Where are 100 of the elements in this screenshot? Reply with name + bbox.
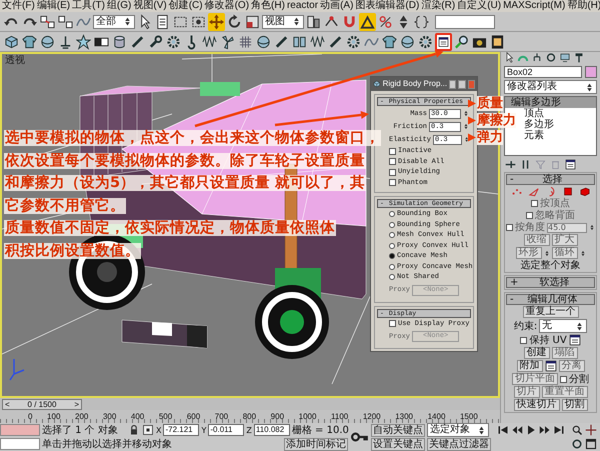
panel-button[interactable]: 切割 [562, 399, 588, 411]
menu-item[interactable]: 修改器(O) [204, 0, 250, 12]
checkbox[interactable] [389, 158, 396, 166]
viewport-label[interactable]: 透视 [5, 55, 25, 66]
panel-button[interactable]: 重复上一个 [522, 306, 578, 318]
caret-icon[interactable] [476, 426, 486, 434]
film-icon[interactable] [489, 32, 506, 50]
stack-item[interactable]: 顶点 [524, 108, 596, 119]
stack-item[interactable]: 元素 [524, 130, 596, 141]
radio-button[interactable] [389, 222, 395, 228]
dropdown[interactable]: 视图 [262, 14, 304, 28]
angle-icon[interactable] [359, 12, 376, 30]
caret-icon[interactable] [585, 82, 594, 92]
menu-item[interactable]: 动画(A) [320, 0, 354, 12]
axis-label: X [156, 424, 162, 436]
ruler-label: 0 [28, 411, 32, 423]
set-key-button[interactable]: 设置关键点 [370, 438, 425, 450]
zoom-icon[interactable] [570, 424, 583, 436]
pin-icon[interactable] [505, 159, 516, 170]
panel-button[interactable]: 附加 [516, 360, 542, 372]
stack-item[interactable]: 编辑多边形 [505, 97, 596, 108]
panel-button[interactable]: 快速切片 [514, 399, 560, 411]
window-icon[interactable] [568, 334, 581, 346]
radio-button[interactable] [389, 232, 395, 238]
checkbox[interactable] [520, 336, 528, 344]
coordinate-field[interactable]: -0.011 [208, 424, 244, 436]
hammer-icon[interactable] [573, 52, 585, 63]
maximize-button[interactable] [458, 80, 466, 88]
radio-button[interactable] [389, 242, 395, 249]
auto-key-button[interactable]: 自动关键点 [370, 424, 425, 436]
panel-button[interactable]: 创建 [524, 347, 550, 359]
menu-item[interactable]: 角色(H) [251, 0, 285, 12]
wrench-icon[interactable] [147, 32, 164, 50]
caret-icon[interactable] [575, 322, 584, 330]
checkbox[interactable] [560, 376, 567, 382]
lock-icon[interactable] [128, 424, 140, 436]
menu-item[interactable]: reactor [286, 0, 318, 12]
radio-button[interactable] [389, 253, 395, 260]
rollout-header[interactable]: + 软选择 [506, 277, 595, 288]
rollout-header[interactable]: - 选择 [506, 174, 595, 185]
window-icon[interactable] [544, 360, 556, 372]
spinner-icon[interactable] [589, 223, 595, 232]
checkbox[interactable] [389, 320, 396, 328]
script-input-field[interactable] [0, 424, 40, 436]
radio-button[interactable] [389, 274, 395, 280]
menu-item[interactable]: 编辑(E) [36, 0, 70, 12]
window-icon[interactable] [435, 32, 452, 50]
tree-icon[interactable] [531, 52, 543, 63]
window-icon[interactable] [565, 159, 576, 170]
spinner-icon[interactable] [463, 122, 469, 131]
checkbox[interactable] [389, 168, 396, 176]
circle-icon[interactable] [545, 52, 557, 63]
go-to-end-icon[interactable] [552, 424, 565, 436]
pan-icon[interactable] [584, 424, 597, 436]
previous-frame-button[interactable]: < [3, 400, 12, 408]
checkbox[interactable] [389, 148, 396, 155]
caret-icon[interactable] [292, 17, 301, 26]
menu-item[interactable]: 组(G) [106, 0, 132, 12]
selection-set-field[interactable] [435, 14, 495, 28]
menu-item[interactable]: 视图(V) [133, 0, 167, 12]
maximize-icon[interactable] [584, 438, 597, 450]
star-icon[interactable] [75, 32, 92, 50]
magnifier-icon[interactable] [453, 32, 470, 50]
move-icon[interactable] [208, 12, 225, 30]
next-frame-button[interactable]: > [72, 400, 81, 408]
polygon-icon[interactable] [562, 186, 574, 197]
key-filters-button[interactable]: 关键点过滤器 [426, 438, 491, 450]
circle-icon[interactable] [570, 438, 583, 450]
radio-button[interactable] [389, 211, 395, 218]
object-name-field[interactable]: Box02 [504, 66, 582, 78]
vertex-icon[interactable] [510, 186, 522, 197]
spinner-icon[interactable] [463, 109, 469, 118]
frame-counter: 0 / 1500 [26, 400, 58, 408]
script-output-field[interactable] [0, 438, 40, 450]
absolute-mode-icon[interactable] [142, 424, 154, 436]
time-slider-thumb[interactable]: < 0 / 1500 > [2, 398, 82, 410]
key-mode-dropdown[interactable]: 选定对象 [426, 423, 489, 437]
dropdown[interactable]: 无 [539, 319, 588, 333]
menu-item[interactable]: 工具(T) [72, 0, 105, 12]
fork-icon[interactable] [520, 159, 531, 170]
add-time-tag-button[interactable]: 添加时间标记 [284, 438, 348, 450]
dropdown[interactable]: 全部 [93, 14, 135, 28]
radio-button[interactable] [389, 264, 395, 270]
spinner-icon[interactable] [580, 248, 586, 258]
object-color-swatch[interactable] [585, 66, 597, 78]
menu-item[interactable]: 图表编辑器(D) [355, 0, 420, 12]
caret-icon[interactable] [123, 17, 132, 26]
minimize-button[interactable] [449, 80, 456, 88]
modifier-list-dropdown[interactable]: 修改器列表 [504, 80, 597, 94]
coordinate-field[interactable]: 110.082 [254, 424, 290, 436]
go-to-start-icon[interactable] [496, 424, 509, 436]
rollout-header[interactable]: - 编辑几何体 [506, 294, 595, 305]
checkbox[interactable] [389, 179, 396, 186]
menu-item[interactable]: MAXScript(M) [503, 0, 566, 12]
menu-item[interactable]: 创建(C) [168, 0, 203, 12]
rotate-icon[interactable] [226, 12, 243, 30]
monitor-icon[interactable] [559, 52, 571, 63]
coordinate-field[interactable]: -72.121 [163, 424, 200, 436]
spinner-icon[interactable] [544, 248, 550, 258]
stack-item[interactable]: 多边形 [524, 119, 596, 130]
